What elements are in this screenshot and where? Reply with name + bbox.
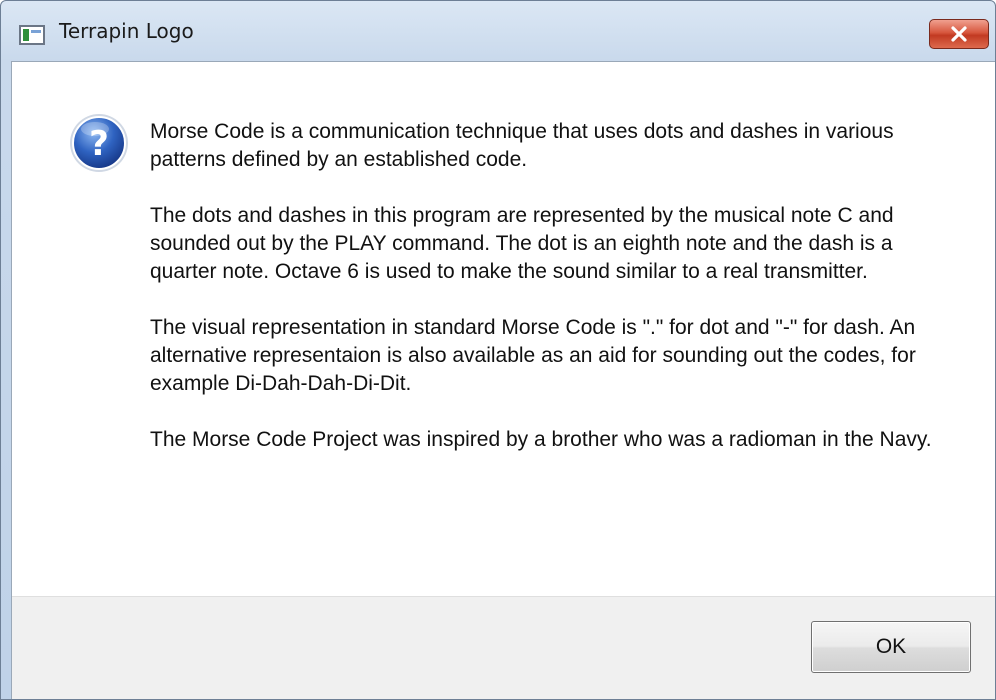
svg-text:?: ? xyxy=(89,124,109,164)
message-paragraph: Morse Code is a communication technique … xyxy=(150,120,894,171)
close-icon xyxy=(951,26,967,42)
message-paragraph: The visual representation in standard Mo… xyxy=(150,316,916,395)
ok-button[interactable]: OK xyxy=(811,621,971,673)
question-icon: ? xyxy=(70,114,128,172)
app-icon xyxy=(19,25,45,45)
message-text: Morse Code is a communication technique … xyxy=(150,118,960,482)
title-bar[interactable]: Terrapin Logo xyxy=(1,1,995,61)
close-button[interactable] xyxy=(929,19,989,49)
button-bar: OK xyxy=(12,596,995,699)
message-paragraph: The dots and dashes in this program are … xyxy=(150,204,894,283)
window-title: Terrapin Logo xyxy=(59,19,194,43)
message-paragraph: The Morse Code Project was inspired by a… xyxy=(150,428,932,451)
dialog-content: ? Morse Code is a communication techniqu… xyxy=(11,61,995,699)
dialog-window: Terrapin Logo ? Morse Code is a communic… xyxy=(0,0,996,700)
